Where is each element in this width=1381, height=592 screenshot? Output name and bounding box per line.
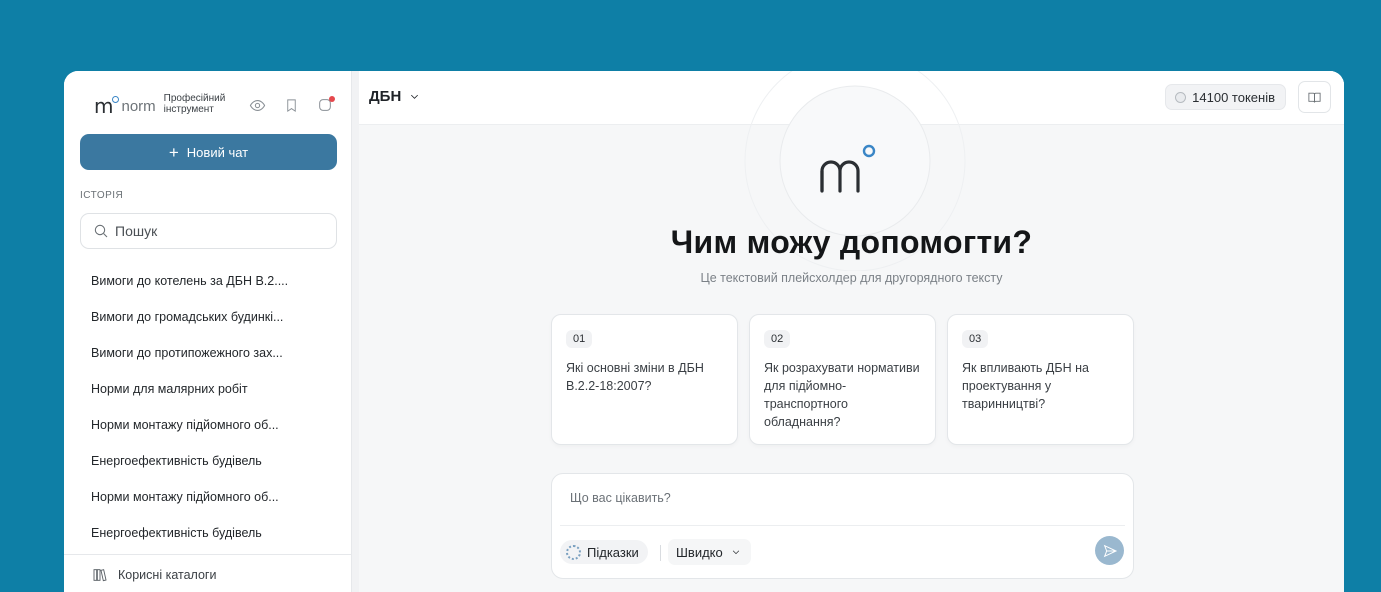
message-input[interactable] [570, 491, 1110, 511]
card-text: Як розрахувати нормативи для підйомно-тр… [764, 361, 920, 429]
token-balance[interactable]: 14100 токенів [1165, 84, 1286, 110]
suggestion-cards: 01 Які основні зміни в ДБН В.2.2-18:2007… [551, 314, 1134, 445]
history-item[interactable]: Норми для малярних робіт [91, 377, 288, 413]
new-chat-label: Новий чат [186, 144, 249, 160]
docs-button[interactable] [1298, 81, 1331, 113]
token-balance-label: 14100 токенів [1192, 89, 1275, 105]
card-number: 01 [566, 330, 593, 348]
page-subtitle: Це текстовий плейсхолдер для другорядног… [700, 271, 1003, 285]
hints-icon [566, 544, 581, 560]
standard-selector[interactable]: ДБН [369, 88, 420, 105]
chevron-down-icon [732, 550, 739, 555]
hints-label: Підказки [587, 544, 639, 560]
library-icon [93, 568, 107, 581]
logo-text: norm [121, 98, 156, 115]
suggestion-card[interactable]: 02 Як розрахувати нормативи для підйомно… [749, 314, 936, 445]
suggestion-card[interactable]: 03 Як впливають ДБН на проектування у тв… [947, 314, 1134, 445]
book-icon [1308, 92, 1321, 103]
coin-icon [1175, 91, 1187, 103]
plus-icon: + [168, 142, 179, 162]
hints-toggle[interactable]: Підказки [560, 540, 648, 564]
bookmark-icon[interactable] [274, 95, 308, 115]
notifications-icon[interactable] [308, 95, 342, 115]
hero-logo [820, 144, 876, 193]
history-item[interactable]: Вимоги до громадських будинкі... [91, 305, 288, 341]
search-icon [94, 224, 108, 238]
notification-dot [329, 96, 335, 102]
card-number: 02 [764, 330, 791, 348]
history-item[interactable]: Енергоефективність будівель [91, 449, 288, 485]
standard-selector-label: ДБН [369, 88, 402, 105]
message-composer: Підказки Швидко [551, 473, 1134, 579]
history-item[interactable]: Енергоефективність будівель [91, 521, 288, 557]
page-title: Чим можу допомогти? [670, 224, 1033, 260]
brand[interactable]: m norm Професійний інструмент [94, 93, 236, 118]
history-item[interactable]: Вимоги до котелень за ДБН В.2.... [91, 269, 288, 305]
main-panel: ДБН 14100 токенів Чим можу допомогти? Це… [352, 71, 1344, 592]
history-item[interactable]: Норми монтажу підйомного об... [91, 413, 288, 449]
send-icon [1103, 544, 1117, 557]
app-window: m norm Професійний інструмент + Новий ча… [64, 71, 1344, 592]
eye-icon[interactable] [240, 95, 274, 115]
suggestion-card[interactable]: 01 Які основні зміни в ДБН В.2.2-18:2007… [551, 314, 738, 445]
logo-mark: m [94, 94, 114, 118]
send-button[interactable] [1095, 536, 1124, 565]
top-bar: ДБН 14100 токенів [359, 71, 1344, 125]
divider [660, 545, 661, 561]
mode-label: Швидко [676, 544, 723, 560]
composer-divider [560, 525, 1125, 526]
mode-selector[interactable]: Швидко [668, 539, 751, 565]
search-input[interactable] [115, 223, 315, 239]
useful-catalogs-label: Корисні каталоги [118, 567, 217, 582]
new-chat-button[interactable]: + Новий чат [80, 134, 337, 170]
history-list: Вимоги до котелень за ДБН В.2.... Вимоги… [91, 269, 288, 557]
history-item[interactable]: Вимоги до протипожежного зах... [91, 341, 288, 377]
card-text: Які основні зміни в ДБН В.2.2-18:2007? [566, 361, 704, 393]
logo: m norm [94, 93, 156, 118]
chevron-down-icon [411, 94, 419, 99]
logo-dot [112, 96, 120, 103]
useful-catalogs-link[interactable]: Корисні каталоги [64, 554, 352, 592]
card-number: 03 [962, 330, 989, 348]
history-heading: ІСТОРІЯ [80, 190, 124, 201]
tagline: Професійний інструмент [163, 93, 226, 115]
sidebar-toolbar [240, 95, 342, 115]
history-item[interactable]: Норми монтажу підйомного об... [91, 485, 288, 521]
sidebar: m norm Професійний інструмент + Новий ча… [64, 71, 352, 592]
card-text: Як впливають ДБН на проектування у твари… [962, 361, 1089, 411]
search-field[interactable] [80, 213, 337, 249]
